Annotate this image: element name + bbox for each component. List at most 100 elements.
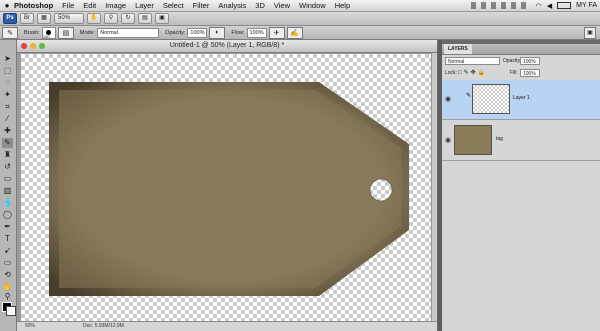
ps-logo[interactable]: Ps xyxy=(3,13,17,24)
brush-preset-picker[interactable]: 150 xyxy=(41,26,56,39)
mode-label: Mode: xyxy=(79,29,96,36)
path-selection-tool-icon[interactable]: ➹ xyxy=(2,246,13,256)
menu-3d[interactable]: 3D xyxy=(255,1,265,10)
move-tool-icon[interactable]: ➤ xyxy=(2,54,13,64)
status-tray-icons[interactable] xyxy=(470,2,531,9)
zoom-level-select[interactable]: 50% xyxy=(54,13,84,24)
opacity-field[interactable]: 100% xyxy=(187,27,208,38)
menu-user-name[interactable]: MY FA xyxy=(576,2,597,9)
visibility-eye-icon[interactable]: ◉ xyxy=(445,136,451,144)
brush-tool-icon[interactable]: ✎ xyxy=(2,138,13,148)
brush-label: Brush: xyxy=(24,29,40,36)
menu-bar: ● Photoshop File Edit Image Layer Select… xyxy=(0,0,600,12)
menu-analysis[interactable]: Analysis xyxy=(218,1,246,10)
opacity-label: Opacity: xyxy=(165,29,186,36)
layer-fill-field[interactable]: 100% xyxy=(520,69,540,77)
flow-label: Flow: xyxy=(231,29,245,36)
layers-lock-row: Lock: □✎✥🔒 Fill: 100% xyxy=(442,68,600,79)
close-window-icon[interactable] xyxy=(21,43,27,49)
eraser-tool-icon[interactable]: ▭ xyxy=(2,174,13,184)
menu-status-area: ◠ ◀ MY FA xyxy=(470,0,597,11)
brush-tool-preset-icon[interactable]: ✎ xyxy=(2,26,18,39)
canvas[interactable] xyxy=(21,54,431,321)
history-brush-tool-icon[interactable]: ↺ xyxy=(2,162,13,172)
tools-panel: ➤ ⬚ ◌ ✦ ⌗ ⁄ ✚ ✎ ♜ ↺ ▭ ▥ 💧 ◯ ✒ T ➹ ▭ ⟲ ✋ … xyxy=(0,40,17,331)
menu-view[interactable]: View xyxy=(274,1,290,10)
guides-icon[interactable]: ▦ xyxy=(37,13,51,24)
menu-window[interactable]: Window xyxy=(299,1,326,10)
brush-panel-toggle-icon[interactable]: ▤ xyxy=(57,26,74,39)
layers-blend-row: Normal Opacity: 100% xyxy=(442,56,600,67)
type-tool-icon[interactable]: T xyxy=(2,234,13,244)
battery-icon[interactable] xyxy=(557,2,572,9)
visibility-eye-icon[interactable]: ◉ xyxy=(445,95,451,103)
document-window: Untitled-1 @ 50% (Layer 1, RGB/8) * 50% … xyxy=(17,40,437,331)
document-title-bar[interactable]: Untitled-1 @ 50% (Layer 1, RGB/8) * xyxy=(17,40,437,53)
menu-edit[interactable]: Edit xyxy=(83,1,96,10)
eyedropper-tool-icon[interactable]: ⁄ xyxy=(2,114,13,124)
layer-name[interactable]: tag xyxy=(496,136,503,142)
zoom-tool-icon-2[interactable]: ⚲ xyxy=(2,292,13,302)
screen-mode-icon[interactable]: ▣ xyxy=(155,13,169,24)
minimize-window-icon[interactable] xyxy=(30,43,36,49)
menu-app-name[interactable]: Photoshop xyxy=(14,1,53,10)
flow-field[interactable]: 100% xyxy=(246,27,267,38)
opacity-pressure-icon[interactable]: ◐ xyxy=(209,26,226,39)
gradient-tool-icon[interactable]: ▥ xyxy=(2,186,13,196)
layers-panel-tabbar: LAYERS xyxy=(442,44,600,55)
layer-opacity-field[interactable]: 100% xyxy=(520,57,540,65)
clone-stamp-tool-icon[interactable]: ♜ xyxy=(2,150,13,160)
rotate-view-icon[interactable]: ↻ xyxy=(121,13,135,24)
layer-row-tag[interactable]: ◉ tag xyxy=(442,121,600,161)
menu-help[interactable]: Help xyxy=(335,1,350,10)
apple-menu-icon[interactable]: ● xyxy=(0,1,14,10)
layer-thumbnail xyxy=(454,125,492,155)
menu-file[interactable]: File xyxy=(62,1,74,10)
menu-select[interactable]: Select xyxy=(163,1,184,10)
tablet-pressure-icon[interactable]: ✍ xyxy=(286,26,303,39)
options-bar: ✎ Brush: 150 ▤ Mode: Normal Opacity: 100… xyxy=(0,26,600,40)
status-zoom-field[interactable]: 50% xyxy=(25,322,35,331)
document-status-bar: 50% Doc: 5.93M/12.9M xyxy=(17,321,437,331)
shape-tool-icon[interactable]: ▭ xyxy=(2,258,13,268)
hand-tool-icon[interactable]: ✋ xyxy=(87,13,101,24)
tag-artwork xyxy=(49,82,409,296)
layer-row-layer-1[interactable]: ◉ ✎ Layer 1 xyxy=(442,80,600,120)
fill-label: Fill: xyxy=(510,70,518,76)
bridge-button[interactable]: Br xyxy=(20,13,34,24)
layer-blend-mode-select[interactable]: Normal xyxy=(445,57,500,65)
arrange-documents-icon[interactable]: ▤ xyxy=(138,13,152,24)
dodge-tool-icon[interactable]: ◯ xyxy=(2,210,13,220)
pen-tool-icon[interactable]: ✒ xyxy=(2,222,13,232)
menu-image[interactable]: Image xyxy=(105,1,126,10)
menu-filter[interactable]: Filter xyxy=(193,1,210,10)
document-size-readout[interactable]: Doc: 5.93M/12.9M xyxy=(83,322,124,331)
3d-rotate-tool-icon[interactable]: ⟲ xyxy=(2,270,13,280)
layers-tab[interactable]: LAYERS xyxy=(444,44,472,54)
document-title: Untitled-1 @ 50% (Layer 1, RGB/8) * xyxy=(169,42,285,49)
brush-link-icon: ✎ xyxy=(466,93,472,99)
vertical-scrollbar[interactable] xyxy=(431,53,437,322)
zoom-tool-icon[interactable]: ⚲ xyxy=(104,13,118,24)
lock-icons[interactable]: □✎✥🔒 xyxy=(458,69,487,76)
crop-tool-icon[interactable]: ⌗ xyxy=(2,102,13,112)
lock-label: Lock: xyxy=(445,70,457,76)
mode-select[interactable]: Normal xyxy=(97,27,160,38)
panel-dock-icon[interactable]: ▣ xyxy=(584,27,596,39)
hand-tool-icon-2[interactable]: ✋ xyxy=(2,282,13,292)
layers-panel: LAYERS Normal Opacity: 100% Lock: □✎✥🔒 F… xyxy=(442,44,600,331)
lasso-tool-icon[interactable]: ◌ xyxy=(2,78,13,88)
magic-wand-tool-icon[interactable]: ✦ xyxy=(2,90,13,100)
menu-layer[interactable]: Layer xyxy=(135,1,154,10)
background-color-swatch[interactable] xyxy=(6,306,16,316)
volume-icon[interactable]: ◀ xyxy=(547,2,552,10)
blur-tool-icon[interactable]: 💧 xyxy=(2,198,13,208)
wifi-icon[interactable]: ◠ xyxy=(536,2,542,10)
brush-size-value: 150 xyxy=(42,33,50,39)
layer-name[interactable]: Layer 1 xyxy=(513,95,530,101)
zoom-window-icon[interactable] xyxy=(39,43,45,49)
marquee-tool-icon[interactable]: ⬚ xyxy=(2,66,13,76)
layer-thumbnail xyxy=(472,84,510,114)
airbrush-icon[interactable]: ✈ xyxy=(268,26,285,39)
healing-brush-tool-icon[interactable]: ✚ xyxy=(2,126,13,136)
